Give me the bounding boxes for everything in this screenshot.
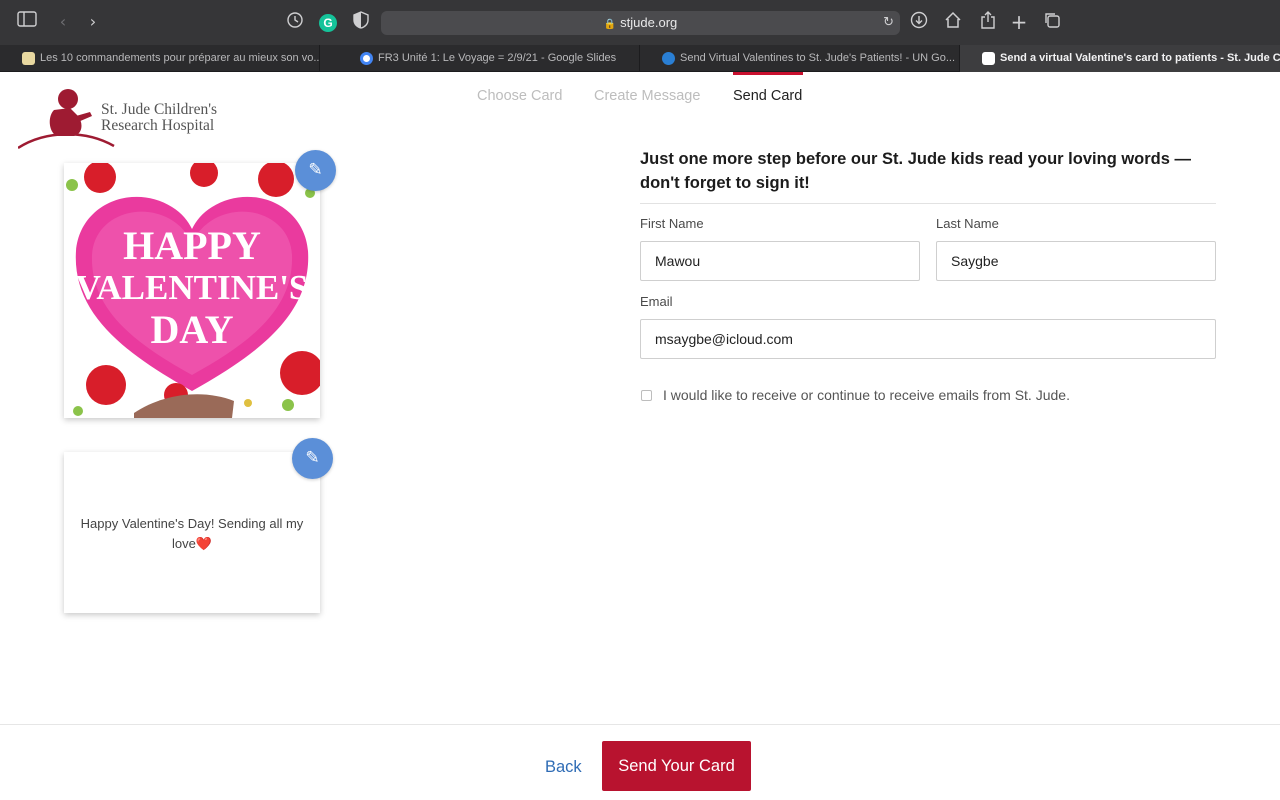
tab-overview-icon[interactable] — [1041, 11, 1063, 33]
url-text: stjude.org — [620, 15, 678, 30]
download-icon[interactable] — [908, 11, 930, 33]
email-label: Email — [640, 294, 673, 309]
send-card-button[interactable]: Send Your Card — [602, 741, 751, 791]
tab-favicon-icon — [22, 52, 35, 65]
edit-card-front-button[interactable]: ✎ — [295, 150, 336, 191]
card-message-text: Happy Valentine's Day! Sending all my lo… — [80, 516, 304, 551]
forward-icon[interactable]: › — [82, 11, 104, 33]
step-create-message[interactable]: Create Message — [594, 88, 700, 104]
logo-line-2: Research Hospital — [101, 117, 215, 134]
card-title-line-2: VALENTINE'S — [75, 268, 309, 307]
tab-label: FR3 Unité 1: Le Voyage = 2/9/21 - Google… — [378, 52, 617, 64]
address-bar[interactable]: 🔒 stjude.org ↻ — [381, 11, 900, 35]
active-step-indicator — [733, 72, 803, 75]
tab-favicon-icon — [662, 52, 675, 65]
privacy-shield-icon[interactable] — [350, 11, 372, 33]
step-choose-card[interactable]: Choose Card — [477, 88, 562, 104]
stjude-favicon-icon — [982, 52, 995, 65]
browser-tab[interactable]: FR3 Unité 1: Le Voyage = 2/9/21 - Google… — [320, 45, 640, 72]
grammarly-icon[interactable]: G — [319, 14, 337, 32]
email-optin-label[interactable]: I would like to receive or continue to r… — [663, 387, 1070, 403]
history-icon[interactable] — [284, 11, 306, 33]
reload-icon[interactable]: ↻ — [883, 11, 894, 35]
edit-card-message-button[interactable]: ✎ — [292, 438, 333, 479]
browser-tab-active[interactable]: Send a virtual Valentine's card to patie… — [960, 45, 1280, 72]
step-send-card[interactable]: Send Card — [733, 88, 802, 104]
share-icon[interactable] — [977, 11, 999, 33]
first-name-label: First Name — [640, 216, 704, 231]
home-icon[interactable] — [942, 11, 964, 33]
card-back: Happy Valentine's Day! Sending all my lo… — [64, 452, 320, 613]
first-name-field[interactable]: Mawou — [640, 241, 920, 281]
browser-toolbar: ‹ › G 🔒 stjude.org ↻ + — [0, 0, 1280, 45]
logo-wordmark[interactable]: St. Jude Children's Research Hospital — [101, 102, 251, 134]
browser-tab[interactable]: Send Virtual Valentines to St. Jude's Pa… — [640, 45, 960, 72]
card-title-line-1: HAPPY — [123, 223, 261, 268]
last-name-field[interactable]: Saygbe — [936, 241, 1216, 281]
last-name-label: Last Name — [936, 216, 999, 231]
email-field[interactable]: msaygbe@icloud.com — [640, 319, 1216, 359]
card-front: HAPPY VALENTINE'S DAY — [64, 163, 320, 418]
browser-tab[interactable]: Les 10 commandements pour préparer au mi… — [0, 45, 320, 72]
tab-label: Send Virtual Valentines to St. Jude's Pa… — [680, 52, 955, 64]
divider — [640, 203, 1216, 204]
google-favicon-icon — [360, 52, 373, 65]
tab-bar: Les 10 commandements pour préparer au mi… — [0, 45, 1280, 72]
email-optin-checkbox[interactable] — [641, 390, 652, 401]
lock-icon: 🔒 — [603, 19, 617, 30]
logo-line-1: St. Jude Children's — [101, 101, 218, 118]
back-icon[interactable]: ‹ — [52, 11, 74, 33]
sidebar-icon[interactable] — [16, 11, 38, 33]
back-button[interactable]: Back — [545, 758, 582, 777]
tab-label: Send a virtual Valentine's card to patie… — [1000, 52, 1280, 64]
tab-label: Les 10 commandements pour préparer au mi… — [40, 52, 320, 64]
footer-divider — [0, 724, 1280, 725]
new-tab-icon[interactable]: + — [1008, 11, 1030, 33]
card-title-line-3: DAY — [150, 307, 234, 352]
page-headline: Just one more step before our St. Jude k… — [640, 150, 1192, 192]
